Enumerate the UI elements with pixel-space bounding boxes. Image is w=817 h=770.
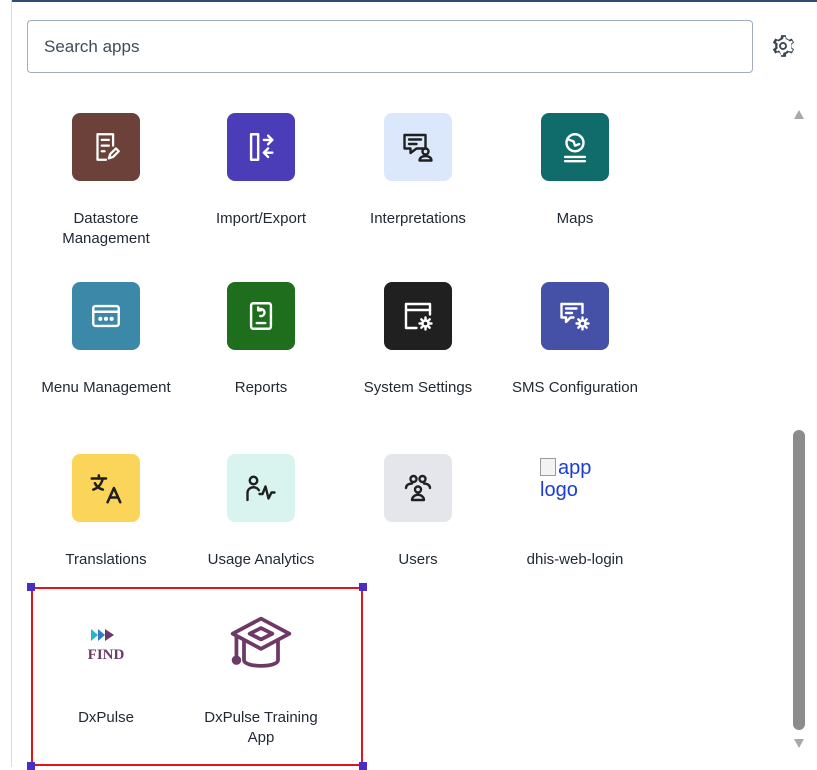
- users-icon: [384, 454, 452, 522]
- reports-icon: [227, 282, 295, 350]
- app-label: Interpretations: [370, 210, 466, 227]
- app-label: Translations: [65, 551, 147, 568]
- app-datastore-management[interactable]: Datastore Management: [41, 113, 171, 249]
- selection-handle[interactable]: [359, 583, 367, 591]
- scrollbar-thumb[interactable]: [793, 430, 805, 730]
- app-sms-configuration[interactable]: SMS Configuration: [510, 282, 640, 398]
- broken-image-icon: app logo: [540, 457, 620, 501]
- datastore-icon: [72, 113, 140, 181]
- selection-handle[interactable]: [359, 762, 367, 770]
- app-label: Menu Management: [41, 379, 171, 396]
- selection-handle[interactable]: [27, 583, 35, 591]
- app-users[interactable]: Users: [353, 454, 483, 570]
- translations-icon: [72, 454, 140, 522]
- app-reports[interactable]: Reports: [196, 282, 326, 398]
- app-label: Import/Export: [215, 210, 307, 227]
- app-label: dhis-web-login: [526, 551, 624, 568]
- app-label: Users: [398, 551, 438, 568]
- app-menu-management[interactable]: Menu Management: [41, 282, 171, 398]
- app-system-settings[interactable]: System Settings: [353, 282, 483, 398]
- app-usage-analytics[interactable]: Usage Analytics: [196, 454, 326, 570]
- app-interpretations[interactable]: Interpretations: [353, 113, 483, 229]
- import-export-icon: [227, 113, 295, 181]
- selection-handle[interactable]: [27, 762, 35, 770]
- app-import-export[interactable]: Import/Export: [196, 113, 326, 229]
- interpretations-icon: [384, 113, 452, 181]
- app-label: Usage Analytics: [207, 551, 315, 568]
- app-label: Reports: [234, 379, 288, 396]
- app-translations[interactable]: Translations: [41, 454, 171, 570]
- app-label: System Settings: [363, 379, 473, 396]
- app-label: SMS Configuration: [512, 379, 638, 396]
- scroll-down-arrow-icon[interactable]: [794, 739, 804, 748]
- menu-icon: [72, 282, 140, 350]
- system-settings-icon: [384, 282, 452, 350]
- selection-box: [31, 587, 363, 766]
- app-maps[interactable]: Maps: [510, 113, 640, 229]
- app-label: Datastore Management: [62, 210, 150, 247]
- sms-icon: [541, 282, 609, 350]
- scroll-up-arrow-icon[interactable]: [794, 110, 804, 119]
- header-divider: [12, 0, 817, 2]
- usage-analytics-icon: [227, 454, 295, 522]
- settings-gear-icon[interactable]: [769, 32, 797, 60]
- maps-icon: [541, 113, 609, 181]
- app-label: Maps: [556, 210, 594, 227]
- search-input[interactable]: [27, 20, 753, 73]
